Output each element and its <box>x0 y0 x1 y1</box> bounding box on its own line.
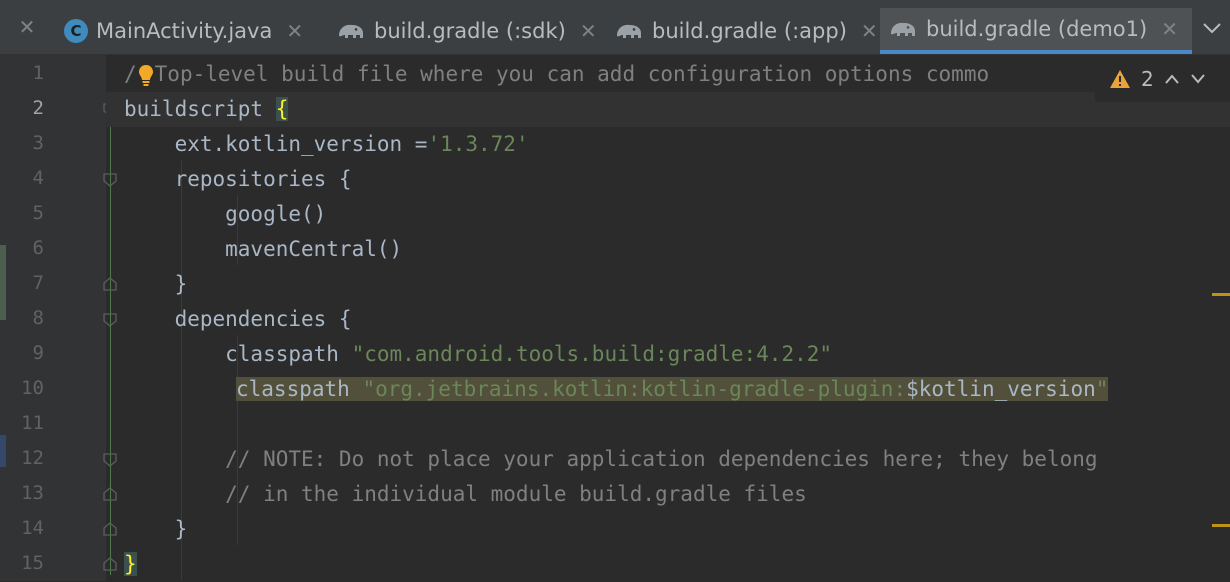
editor-tab-bar: ✕ C MainActivity.java ✕ build.gradle (:s… <box>0 0 1230 55</box>
error-stripe-marker[interactable] <box>1212 524 1230 527</box>
identifier: classpath <box>124 342 352 366</box>
line-number: 13 <box>21 482 44 504</box>
code-line-1: / Top-level build file where you can add … <box>124 57 1230 92</box>
code-editor[interactable]: / Top-level build file where you can add … <box>106 55 1230 581</box>
string-literal: "com.android.tools.build:gradle:4.2.2" <box>351 342 833 366</box>
tab-main-activity[interactable]: C MainActivity.java ✕ <box>56 8 311 54</box>
line-number: 7 <box>32 272 44 294</box>
tab-build-gradle-app[interactable]: build.gradle (:app) ✕ <box>606 8 886 54</box>
line-number: 15 <box>21 552 44 574</box>
lightbulb-icon[interactable] <box>137 63 155 87</box>
comment-text: Top-level build file where you can add c… <box>154 62 990 86</box>
code-line-4: repositories { <box>124 167 352 191</box>
code-line-10: classpath "org.jetbrains.kotlin:kotlin-g… <box>236 372 1202 407</box>
line-number: 12 <box>21 447 44 469</box>
code-line-12: // NOTE: Do not place your application d… <box>124 442 1230 477</box>
string-literal: '1.3.72' <box>427 132 529 156</box>
chevron-down-icon[interactable] <box>1202 16 1222 40</box>
java-class-icon: C <box>64 19 88 43</box>
line-number: 1 <box>32 62 44 84</box>
code-line-3: ext.kotlin_version ='1.3.72' <box>124 127 1230 162</box>
line-number: 4 <box>32 167 44 189</box>
warning-count: 2 <box>1141 67 1154 91</box>
tab-label: MainActivity.java <box>96 19 273 43</box>
line-number: 3 <box>32 132 44 154</box>
close-icon[interactable]: ✕ <box>861 19 878 43</box>
close-icon[interactable]: ✕ <box>18 17 36 37</box>
inspection-widget[interactable]: 2 <box>1095 56 1230 102</box>
previous-highlight-icon[interactable] <box>1164 69 1180 90</box>
identifier: buildscript <box>124 97 276 121</box>
line-number: 2 <box>32 97 44 119</box>
tab-build-gradle-sdk[interactable]: build.gradle (:sdk) ✕ <box>328 8 605 54</box>
code-line-9: classpath "com.android.tools.build:gradl… <box>124 337 1230 372</box>
gradle-icon <box>617 24 641 38</box>
code-line-13: // in the individual module build.gradle… <box>124 477 1230 512</box>
line-number: 6 <box>32 237 44 259</box>
identifier: ext.kotlin_version = <box>124 132 428 156</box>
line-number: 5 <box>32 202 44 224</box>
tab-build-gradle-demo1[interactable]: build.gradle (demo1) ✕ <box>880 8 1192 54</box>
warning-icon <box>1110 70 1130 88</box>
code-line-7: } <box>124 272 188 296</box>
line-number: 14 <box>21 517 44 539</box>
close-icon[interactable]: ✕ <box>1161 17 1178 41</box>
code-line-15: } <box>124 547 1230 582</box>
string-literal: "org.jetbrains.kotlin:kotlin-gradle-plug… <box>362 377 907 401</box>
close-icon[interactable]: ✕ <box>286 19 303 43</box>
string-literal: " <box>1095 377 1109 401</box>
comment-text: // NOTE: Do not place your application d… <box>124 447 1098 471</box>
tab-label: build.gradle (:app) <box>652 19 847 43</box>
line-number: 8 <box>32 307 44 329</box>
matched-brace: { <box>275 97 289 121</box>
line-number: 10 <box>21 377 44 399</box>
close-icon[interactable]: ✕ <box>580 19 597 43</box>
gradle-icon <box>339 24 363 38</box>
code-line-8: dependencies { <box>124 307 352 331</box>
editor-gutter: 1 2 3 4 5 6 7 8 9 10 11 12 13 14 15 <box>0 55 111 581</box>
code-line-5: google() <box>124 202 327 226</box>
error-stripe-marker[interactable] <box>1212 293 1230 296</box>
code-line-14: } <box>124 517 188 541</box>
comment-slash: / <box>124 62 137 86</box>
code-line-6: mavenCentral() <box>124 237 403 261</box>
tab-label: build.gradle (:sdk) <box>374 19 566 43</box>
gradle-icon <box>891 22 915 36</box>
tab-label: build.gradle (demo1) <box>926 17 1148 41</box>
template-variable: $kotlin_version <box>906 377 1096 401</box>
line-number: 9 <box>32 342 44 364</box>
line-number: 11 <box>21 412 44 434</box>
code-line-2: buildscript { <box>106 92 1230 127</box>
matched-brace: } <box>124 552 137 576</box>
next-highlight-icon[interactable] <box>1190 69 1206 90</box>
comment-text: // in the individual module build.gradle… <box>124 482 807 506</box>
identifier: classpath <box>236 377 363 401</box>
